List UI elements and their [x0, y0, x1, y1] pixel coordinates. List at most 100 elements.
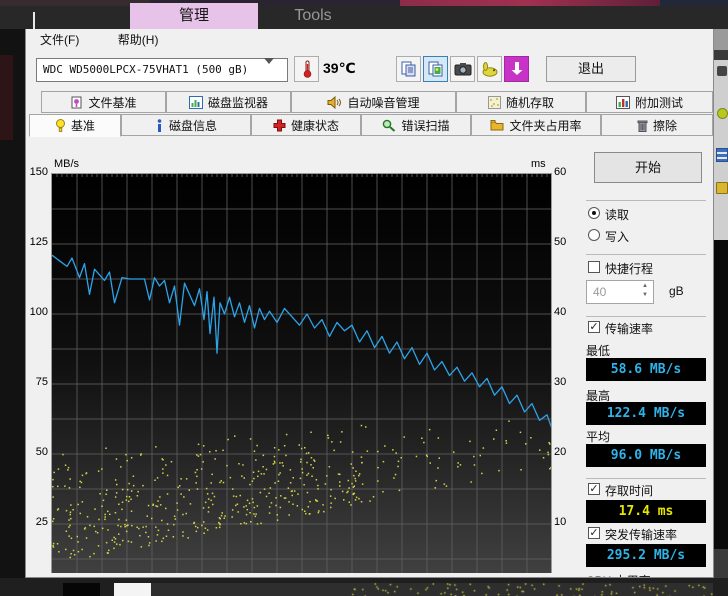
toolbar: WDC WD5000LPCX-75VHAT1 (500 gB) 39℃ [26, 49, 713, 91]
info-icon [155, 119, 164, 132]
background-window-edge [714, 29, 728, 50]
disk-monitor-icon [189, 96, 203, 109]
cpu-usage-label: CPU 占用率 [586, 572, 651, 578]
speed-test-button[interactable] [477, 56, 502, 82]
access-time-checkbox[interactable]: ✓ [588, 483, 600, 495]
copy-text-icon [401, 61, 417, 77]
tab-erase[interactable]: 擦除 [601, 114, 713, 136]
speaker-icon [327, 96, 342, 109]
random-access-icon [488, 96, 501, 109]
tab-random-access[interactable]: 随机存取 [456, 91, 586, 113]
extra-tests-icon [616, 96, 630, 109]
control-panel: 开始 读取 写入 快捷行程 40 ▲▼ gB ✓ 传输速率 最低 58.6 MB… [561, 144, 713, 578]
avg-label: 平均 [586, 428, 610, 445]
tab-folder-usage[interactable]: 文件夹占用率 [471, 114, 601, 136]
folder-icon [490, 119, 504, 131]
access-time-label: 存取时间 [605, 482, 653, 499]
download-button[interactable] [504, 56, 529, 82]
file-benchmark-icon [70, 96, 83, 109]
database-icon [716, 148, 728, 162]
avg-value: 96.0 MB/s [586, 444, 706, 467]
benchmark-plot [51, 173, 552, 573]
divider [586, 316, 706, 317]
health-cross-icon [273, 119, 286, 132]
menu-help[interactable]: 帮助(H) [108, 29, 169, 50]
write-label[interactable]: 写入 [605, 228, 629, 245]
capacity-unit: gB [669, 284, 684, 298]
wallpaper-sliver [0, 0, 150, 6]
spinner-arrows[interactable]: ▲▼ [639, 282, 651, 302]
copy-image-button[interactable] [423, 56, 448, 82]
browser-tab-manage[interactable]: 管理 [130, 3, 258, 29]
axis-tick-label: 75 [26, 376, 48, 388]
axis-tick-label: 125 [26, 236, 48, 248]
read-radio[interactable] [588, 207, 600, 219]
burst-label: 突发传输速率 [605, 526, 677, 543]
min-value: 58.6 MB/s [586, 358, 706, 381]
drive-select[interactable]: WDC WD5000LPCX-75VHAT1 (500 gB) [36, 58, 288, 82]
magnifier-icon [382, 119, 396, 132]
tab-benchmark[interactable]: 基准 [29, 114, 121, 137]
tab-health-status[interactable]: 健康状态 [251, 114, 361, 136]
read-label[interactable]: 读取 [605, 206, 629, 223]
left-axis-unit: MB/s [54, 158, 79, 170]
tab-row-primary: 基准 磁盘信息 健康状态 错误扫描 [26, 114, 713, 137]
wallpaper-sliver [660, 0, 728, 6]
tab-disk-info[interactable]: 磁盘信息 [121, 114, 251, 136]
transfer-label: 传输速率 [605, 320, 653, 337]
wallpaper-sliver [400, 0, 660, 6]
tab-label: 自动噪音管理 [347, 94, 419, 111]
divider [586, 478, 706, 479]
short-stroke-checkbox[interactable] [588, 261, 600, 273]
start-button[interactable]: 开始 [594, 152, 702, 183]
folder-icon [716, 182, 728, 194]
screenshot-button[interactable] [450, 56, 475, 82]
divider [586, 200, 706, 201]
unknown-icon [717, 66, 727, 76]
copy-image-icon [428, 61, 444, 77]
background-block-dark [63, 583, 100, 596]
tab-extra-tests[interactable]: 附加测试 [586, 91, 713, 113]
desktop-top-strip: 管理 Tools [0, 0, 728, 29]
axis-tick-label: 25 [26, 516, 48, 528]
axis-tick-label: 50 [26, 446, 48, 458]
menu-file[interactable]: 文件(F) [30, 29, 89, 50]
tab-file-benchmark[interactable]: 文件基准 [41, 91, 166, 113]
exit-button[interactable]: 退出 [546, 56, 636, 82]
burst-checkbox[interactable]: ✓ [588, 527, 600, 539]
screenshot-root: 管理 Tools 文件(F) 帮助(H) WDC WD5000LPCX-75VH… [0, 0, 728, 596]
tab-label: 附加测试 [635, 94, 683, 111]
menu-bar: 文件(F) 帮助(H) [26, 29, 713, 49]
access-time-value: 17.4 ms [586, 500, 706, 523]
tab-label: 擦除 [653, 117, 677, 134]
tab-label: 磁盘信息 [169, 117, 217, 134]
browser-tab-tools[interactable]: Tools [258, 3, 368, 29]
dot-icon [717, 108, 728, 119]
hdtune-window: 文件(F) 帮助(H) WDC WD5000LPCX-75VHAT1 (500 … [25, 29, 714, 578]
tab-error-scan[interactable]: 错误扫描 [361, 114, 471, 136]
tab-label: 随机存取 [506, 94, 554, 111]
tab-label: 错误扫描 [401, 117, 449, 134]
tab-label: 文件基准 [88, 94, 136, 111]
camera-icon [454, 62, 472, 76]
background-block-light [114, 583, 151, 596]
background-chart-strip [151, 583, 713, 596]
wallpaper-texture [0, 55, 13, 140]
tab-disk-monitor[interactable]: 磁盘监视器 [166, 91, 291, 113]
background-window-dark [714, 240, 728, 549]
chevron-down-icon [264, 58, 274, 64]
tab-row-secondary: 文件基准 磁盘监视器 自动噪音管理 [26, 91, 713, 114]
tab-label: 磁盘监视器 [208, 94, 268, 111]
axis-tick-label: 100 [26, 306, 48, 318]
tab-label: 文件夹占用率 [509, 117, 581, 134]
transfer-checkbox[interactable]: ✓ [588, 321, 600, 333]
text-caret [33, 12, 35, 30]
tab-label: 基准 [71, 117, 95, 134]
divider [586, 254, 706, 255]
burst-value: 295.2 MB/s [586, 544, 706, 567]
max-value: 122.4 MB/s [586, 402, 706, 425]
tab-noise-management[interactable]: 自动噪音管理 [291, 91, 456, 113]
write-radio[interactable] [588, 229, 600, 241]
temperature-button[interactable] [294, 56, 319, 82]
copy-text-button[interactable] [396, 56, 421, 82]
